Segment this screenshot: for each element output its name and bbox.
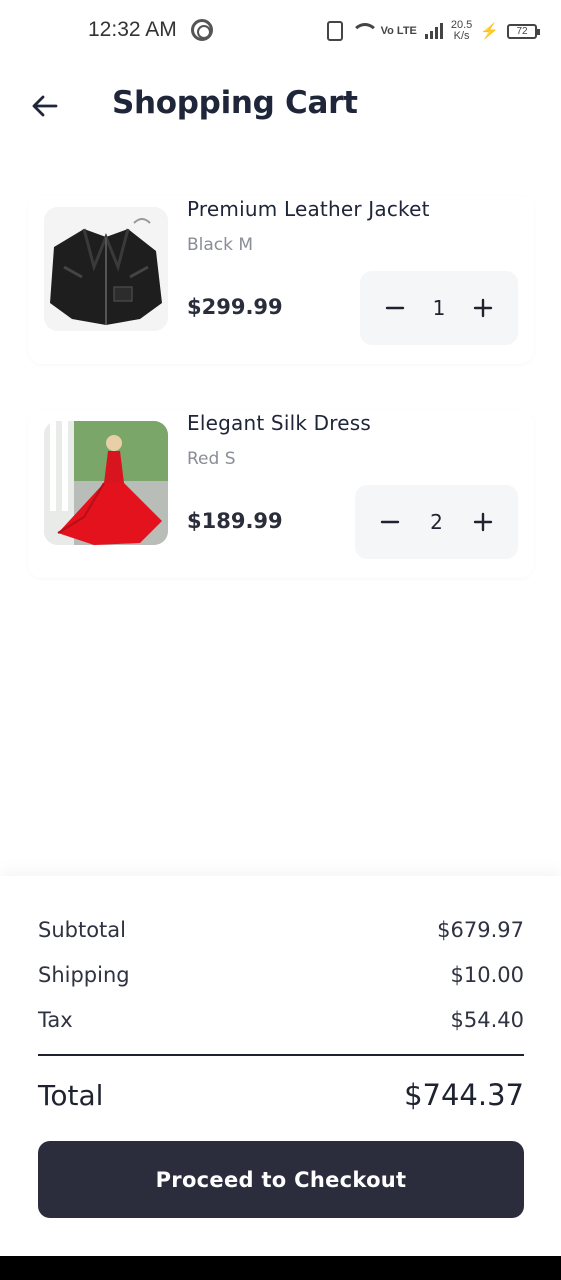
lte-indicator: Vo LTE: [380, 24, 417, 37]
plus-icon: [473, 512, 493, 532]
tax-value: $54.40: [450, 1008, 524, 1032]
subtotal-row: Subtotal $679.97: [38, 918, 524, 942]
subtotal-value: $679.97: [437, 918, 524, 942]
decrease-quantity-button[interactable]: [378, 291, 412, 325]
cart-item: Premium Leather Jacket Black M $299.99 1: [28, 196, 534, 364]
total-label: Total: [38, 1079, 104, 1112]
order-summary: Subtotal $679.97 Shipping $10.00 Tax $54…: [0, 876, 561, 1256]
at-sign-icon: [191, 19, 213, 41]
subtotal-label: Subtotal: [38, 918, 126, 942]
checkout-button[interactable]: Proceed to Checkout: [38, 1141, 524, 1218]
quantity-value: 1: [432, 296, 446, 320]
battery-icon: 72: [507, 23, 540, 39]
status-time: 12:32 AM: [88, 18, 177, 41]
system-nav-bar: [0, 1256, 561, 1280]
signal-icon: [424, 23, 443, 39]
cart-item: Elegant Silk Dress Red S $189.99 2: [28, 410, 534, 578]
product-image-leather-jacket[interactable]: [44, 207, 168, 331]
quantity-stepper: 1: [360, 271, 518, 345]
total-row: Total $744.37: [38, 1078, 524, 1112]
product-image-silk-dress[interactable]: [44, 421, 168, 545]
total-value: $744.37: [404, 1078, 524, 1112]
shipping-label: Shipping: [38, 963, 130, 987]
plus-icon: [473, 298, 493, 318]
network-speed: 20.5 K/s: [451, 20, 472, 42]
shipping-row: Shipping $10.00: [38, 963, 524, 987]
summary-divider: [38, 1054, 524, 1056]
tax-row: Tax $54.40: [38, 1008, 524, 1032]
page-title: Shopping Cart: [112, 85, 358, 121]
item-name: Elegant Silk Dress: [187, 411, 372, 435]
item-variant: Black M: [187, 235, 254, 255]
network-speed-unit: K/s: [453, 30, 470, 42]
status-bar: 12:32 AM Vo LTE 20.5 K/s ⚡ 72: [0, 0, 561, 64]
back-button[interactable]: [24, 86, 64, 126]
status-icons: Vo LTE 20.5 K/s ⚡ 72: [326, 16, 540, 46]
decrease-quantity-button[interactable]: [373, 505, 407, 539]
tax-label: Tax: [38, 1008, 73, 1032]
charging-icon: ⚡: [480, 23, 499, 40]
quantity-value: 2: [430, 510, 443, 534]
item-price: $189.99: [187, 509, 283, 533]
increase-quantity-button[interactable]: [466, 505, 500, 539]
item-name: Premium Leather Jacket: [187, 197, 430, 221]
shipping-value: $10.00: [450, 963, 524, 987]
vibrate-icon: [326, 21, 343, 41]
arrow-left-icon: [32, 95, 58, 117]
increase-quantity-button[interactable]: [466, 291, 500, 325]
item-price: $299.99: [187, 295, 283, 319]
wifi-icon: [350, 23, 379, 39]
item-variant: Red S: [187, 449, 236, 469]
quantity-stepper: 2: [355, 485, 518, 559]
minus-icon: [385, 306, 405, 310]
minus-icon: [380, 520, 400, 524]
